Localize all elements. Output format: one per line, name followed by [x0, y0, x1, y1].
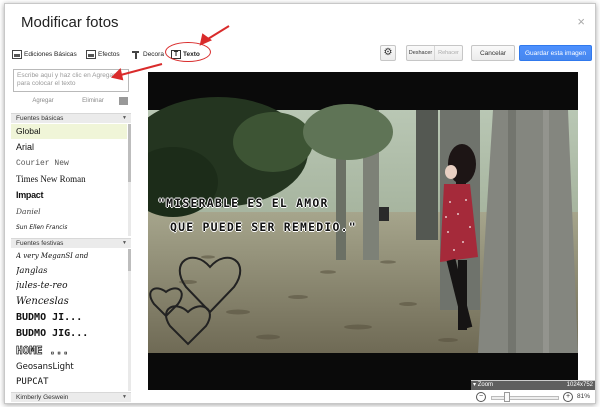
tab-basic-edits[interactable]: Ediciones Básicas [12, 46, 77, 63]
photo-canvas: "MISERABLE ES EL AMOR QUE PUEDE SER REME… [142, 67, 589, 390]
decorations-icon [131, 50, 141, 59]
effects-icon [86, 50, 96, 59]
gear-icon: ⚙ [383, 47, 393, 58]
tab-label: Decora [143, 51, 164, 58]
font-item-courier[interactable]: Courier New [16, 156, 121, 171]
undo-button[interactable]: Deshacer [407, 46, 435, 60]
tab-label: Efectos [98, 51, 120, 58]
zoom-in-icon[interactable]: + [563, 392, 573, 402]
tab-effects[interactable]: Efectos [86, 46, 120, 63]
chevron-down-icon: ▼ [122, 115, 127, 121]
add-text-button[interactable]: Agregar [17, 95, 69, 107]
font-item-festive[interactable]: HOME ... [16, 343, 121, 358]
font-item-festive[interactable]: Janglas [16, 264, 121, 279]
scrollbar-thumb[interactable] [128, 249, 131, 271]
font-item-festive[interactable]: PUPCAT [16, 375, 121, 390]
image-dimensions: 1024x752 [566, 382, 593, 388]
settings-button[interactable]: ⚙ [380, 45, 396, 61]
font-item-festive[interactable]: GeosansLight [16, 360, 121, 375]
undo-redo-group: Deshacer Rehacer [406, 45, 463, 61]
redo-button[interactable]: Rehacer [435, 46, 462, 60]
section-kimberly-geswein[interactable]: Kimberly Geswein ▼ [11, 392, 131, 402]
text-sidebar: Escribe aquí y haz clic en Agregar para … [11, 67, 131, 403]
edited-photo[interactable]: "MISERABLE ES EL AMOR QUE PUEDE SER REME… [148, 72, 578, 390]
zoom-percent: 81% [577, 393, 591, 400]
close-icon[interactable]: × [577, 14, 585, 29]
section-basic-fonts[interactable]: Fuentes básicas ▼ [11, 113, 131, 123]
font-item-impact[interactable]: Impact [16, 188, 121, 203]
photo-caption-line-1[interactable]: "MISERABLE ES EL AMOR [158, 196, 329, 210]
tab-label: Ediciones Básicas [24, 51, 77, 58]
collapse-icon: ▾ [473, 382, 477, 388]
section-title: Fuentes festivas [16, 240, 64, 247]
zoom-panel: ▾ Zoom 1024x752 − + 81% [471, 380, 595, 403]
photo-editor-dialog: Modificar fotos × Ediciones Básicas Efec… [4, 3, 596, 404]
font-item-festive[interactable]: A very MeganSI and [16, 249, 121, 264]
zoom-label: Zoom [477, 382, 494, 388]
font-item-festive[interactable]: jules-te-reo [16, 279, 121, 294]
font-item-global[interactable]: Global [11, 124, 127, 139]
font-item-daniel[interactable]: Daniel [16, 204, 121, 219]
photo-caption-line-2[interactable]: QUE PUEDE SER REMEDIO." [170, 220, 357, 234]
delete-text-button[interactable]: Eliminar [69, 95, 117, 107]
save-image-button[interactable]: Guardar esta imagen [519, 45, 592, 61]
font-item-sun-ellen[interactable]: Sun Ellen Francis [16, 220, 121, 235]
scrollbar-thumb[interactable] [128, 124, 131, 182]
tab-decorations[interactable]: Decora [131, 46, 164, 63]
text-options-icon[interactable] [119, 97, 128, 105]
zoom-out-icon[interactable]: − [476, 392, 486, 402]
font-item-times[interactable]: Times New Roman [16, 172, 121, 187]
section-festive-fonts[interactable]: Fuentes festivas ▼ [11, 238, 131, 248]
chevron-down-icon: ▼ [122, 394, 127, 400]
text-actions: Agregar Eliminar [13, 95, 129, 107]
annotation-circle [165, 42, 211, 62]
zoom-slider[interactable] [491, 396, 559, 400]
section-title: Kimberly Geswein [16, 394, 69, 401]
font-item-arial[interactable]: Arial [16, 140, 121, 155]
cancel-button[interactable]: Cancelar [471, 45, 515, 61]
chevron-down-icon: ▼ [122, 240, 127, 246]
text-input[interactable]: Escribe aquí y haz clic en Agregar para … [13, 69, 129, 92]
section-title: Fuentes básicas [16, 115, 64, 122]
font-item-festive[interactable]: BUDMO JI... [16, 310, 121, 325]
font-item-festive[interactable]: Wenceslas [16, 294, 121, 309]
zoom-slider-handle[interactable] [504, 392, 511, 402]
zoom-header[interactable]: ▾ Zoom 1024x752 [471, 381, 595, 390]
font-item-festive[interactable]: BUDMO JIG... [16, 326, 121, 341]
basic-edits-icon [12, 50, 22, 59]
dialog-title: Modificar fotos [21, 14, 119, 31]
